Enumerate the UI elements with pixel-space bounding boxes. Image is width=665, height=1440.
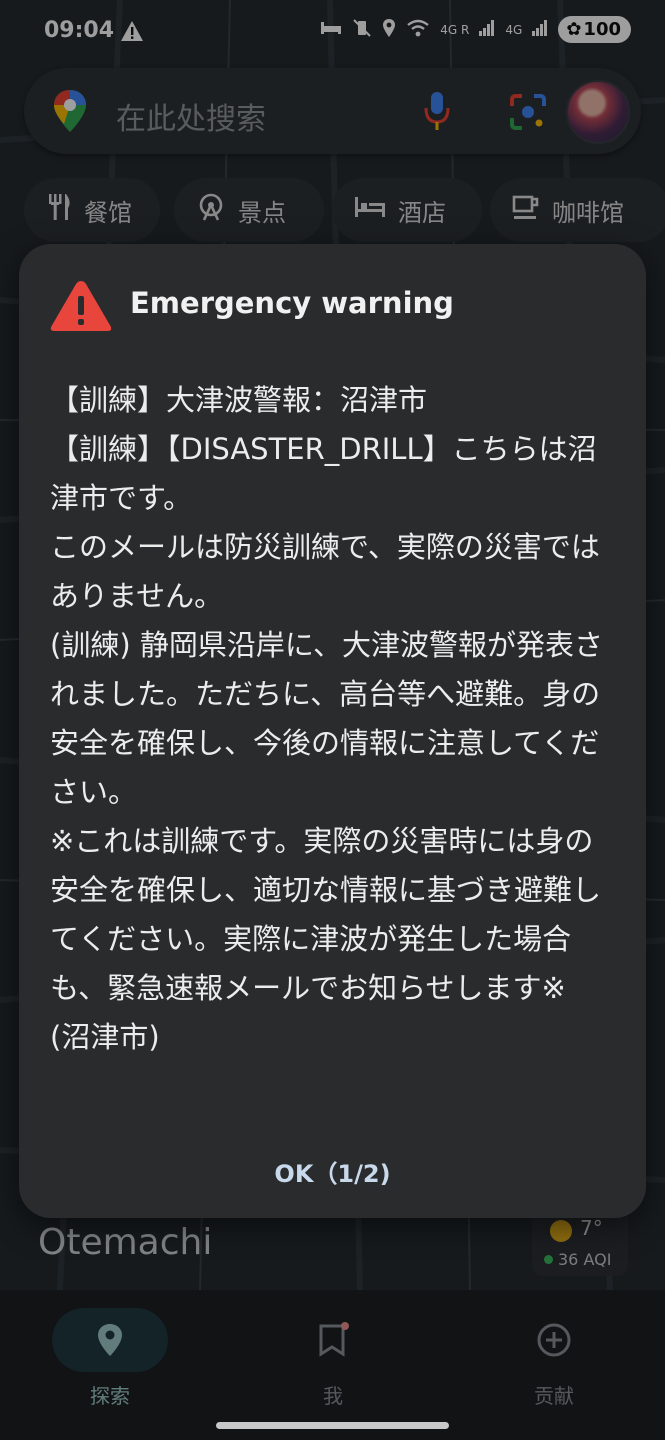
ok-button[interactable]: OK（1/2) xyxy=(19,1154,646,1189)
dialog-title: Emergency warning xyxy=(130,286,454,320)
warning-icon xyxy=(49,278,113,338)
emergency-warning-dialog: Emergency warning 【訓練】大津波警報：沼津市 【訓練】【DIS… xyxy=(19,244,646,1218)
dialog-message: 【訓練】大津波警報：沼津市 【訓練】【DISASTER_DRILL】こちらは沼津… xyxy=(50,383,603,1054)
home-indicator[interactable] xyxy=(216,1422,449,1429)
